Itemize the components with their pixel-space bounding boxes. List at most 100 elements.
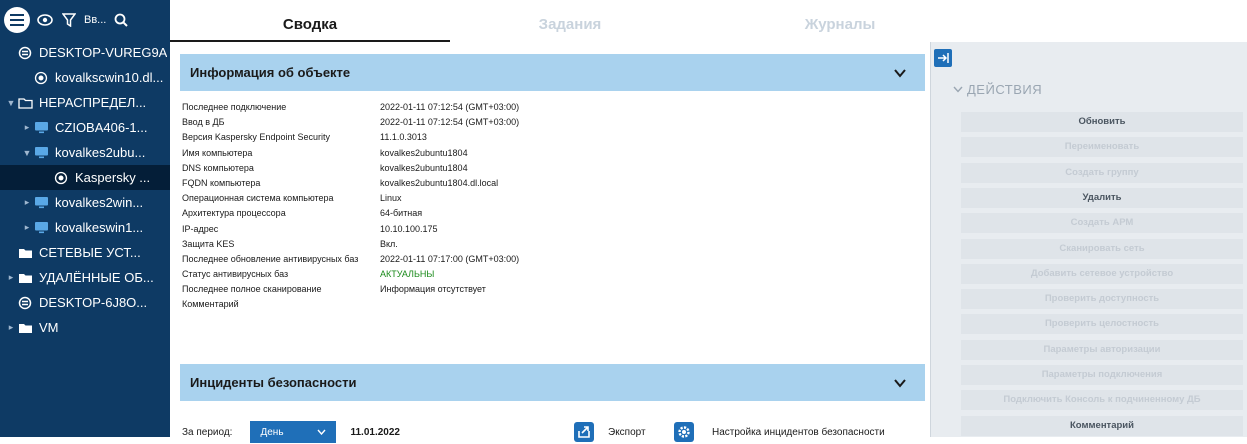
expand-caret-icon[interactable]: ▸ (22, 122, 32, 133)
tree-item[interactable]: ▼ kovalkes2ubu... (0, 140, 170, 165)
incident-settings-button[interactable]: Настройка инцидентов безопасности (674, 422, 885, 442)
info-key: Последнее полное сканирование (182, 284, 322, 295)
info-value: 64-битная (380, 208, 423, 219)
tree-item[interactable]: ▸ kovalkeswin1... (0, 215, 170, 240)
computer-icon (32, 195, 50, 211)
action-button[interactable]: Подключить Консоль к подчиненному ДБ (961, 390, 1243, 411)
period-date: 11.01.2022 (350, 426, 400, 438)
info-row: Последнее подключение 2022-01-11 07:12:54… (182, 100, 519, 115)
tree-item[interactable]: DESKTOP-VUREG9A (0, 40, 170, 65)
tab-logs[interactable]: Журналы (700, 0, 980, 42)
search-icon (114, 13, 129, 27)
export-button[interactable]: Экспорт (574, 422, 646, 442)
tree-item[interactable]: kovalkscwin10.dl... (0, 65, 170, 90)
info-value: АКТУАЛЬНЫ (380, 269, 435, 280)
info-key: Последнее обновление антивирусных баз (182, 253, 359, 264)
hamburger-icon (10, 14, 24, 26)
action-button[interactable]: Параметры подключения (961, 365, 1243, 385)
info-value: 10.10.100.175 (380, 223, 438, 234)
period-label: За период: (182, 426, 233, 438)
view-toggle-button[interactable] (36, 11, 54, 29)
filter-button[interactable] (60, 11, 78, 29)
actions-header[interactable]: ДЕЙСТВИЯ (953, 82, 1042, 97)
tree-item-label: kovalkes2win... (55, 195, 144, 210)
info-value: 2022-01-11 07:12:54 (GMT+03:00) (380, 117, 520, 128)
incidents-period-row: За период: День 11.01.2022 Экспорт Настр… (182, 420, 922, 444)
expand-caret-icon[interactable]: ▸ (22, 222, 32, 233)
tab-summary[interactable]: Сводка (170, 0, 450, 42)
info-row: Ввод в ДБ 2022-01-11 07:12:54 (GMT+03:00) (182, 115, 519, 130)
collapse-panel-button[interactable] (934, 49, 952, 67)
info-key: Статус антивирусных баз (182, 269, 289, 280)
info-value: kovalkes2ubuntu1804 (380, 147, 468, 158)
action-button[interactable]: Сканировать сеть (961, 238, 1243, 259)
sidebar-toolbar: Вв... (0, 0, 170, 40)
action-button[interactable]: Проверить доступность (961, 289, 1243, 310)
tree-item-label: DESKTOP-6J8O... (39, 295, 148, 310)
info-key: FQDN компьютера (182, 177, 261, 188)
info-key: Защита KES (182, 238, 235, 249)
action-button[interactable]: Обновить (961, 112, 1243, 132)
expand-caret-icon[interactable]: ▸ (6, 322, 16, 333)
chevron-down-icon (894, 378, 906, 388)
tree-item[interactable]: ▼ НЕРАСПРЕДЕЛ... (0, 90, 170, 115)
action-button[interactable]: Удалить (961, 187, 1243, 208)
info-value: Linux (380, 193, 402, 204)
info-row: Защита KES Вкл. (182, 237, 519, 252)
tab-tasks[interactable]: Задания (430, 0, 710, 42)
expand-caret-icon[interactable]: ▼ (6, 98, 16, 108)
folder-outline-icon (16, 95, 34, 111)
tree-item[interactable]: ▸ CZIOBA406-1... (0, 115, 170, 140)
info-value: Вкл. (380, 238, 398, 249)
info-row: Операционная система компьютера Linux (182, 191, 519, 206)
expand-caret-icon[interactable]: ▸ (6, 272, 16, 283)
action-button[interactable]: Комментарий (961, 415, 1243, 436)
tree-item-label: kovalkscwin10.dl... (55, 70, 164, 85)
info-row: Последнее полное сканирование Информация … (182, 282, 519, 297)
eye-icon (37, 14, 53, 26)
folder-icon (16, 270, 34, 286)
info-value: 2022-01-11 07:17:00 (GMT+03:00) (380, 253, 520, 264)
tree-item[interactable]: ▸ kovalkes2win... (0, 190, 170, 215)
info-key: DNS компьютера (182, 162, 254, 173)
menu-button[interactable] (4, 7, 30, 33)
tree-item-label: Kaspersky ... (75, 170, 151, 185)
info-key: Последнее подключение (182, 102, 287, 112)
expand-caret-icon[interactable]: ▼ (22, 148, 32, 158)
tree-item-label: DESKTOP-VUREG9A (39, 45, 168, 60)
info-row: Последнее обновление антивирусных баз 202… (182, 252, 519, 267)
action-button[interactable]: Параметры авторизации (961, 339, 1243, 360)
expand-caret-icon[interactable]: ▸ (22, 197, 32, 208)
tree-item-label: CZIOBA406-1... (55, 120, 148, 135)
tree-item[interactable]: DESKTOP-6J8O... (0, 290, 170, 315)
info-value: Информация отсутствует (380, 284, 486, 295)
info-value: kovalkes2ubuntu1804 (380, 162, 468, 173)
info-key: Ввод в ДБ (182, 117, 225, 128)
info-row: DNS компьютера kovalkes2ubuntu1804 (182, 161, 519, 176)
action-button[interactable]: Проверить целостность (961, 314, 1243, 335)
object-info-header[interactable]: Информация об объекте (180, 54, 925, 91)
gear-icon (674, 422, 694, 442)
filter-icon (62, 13, 76, 27)
action-button[interactable]: Создать АРМ (961, 213, 1243, 234)
info-key: Операционная система компьютера (182, 193, 334, 204)
incidents-title: Инциденты безопасности (190, 375, 357, 390)
tree-item-label: kovalkeswin1... (55, 220, 144, 235)
info-row: Комментарий (182, 297, 519, 312)
tree-item[interactable]: ▸ УДАЛЁННЫЕ ОБ... (0, 265, 170, 290)
node-icon (52, 170, 70, 186)
action-button[interactable]: Добавить сетевое устройство (961, 263, 1243, 284)
tree-item[interactable]: СЕТЕВЫЕ УСТ... (0, 240, 170, 265)
sidebar-search-input[interactable]: Вв... (84, 14, 106, 26)
search-button[interactable] (112, 11, 130, 29)
tree-item[interactable]: Kaspersky ... (0, 165, 170, 190)
incidents-header[interactable]: Инциденты безопасности (180, 364, 925, 401)
tree-item[interactable]: ▸ VM (0, 315, 170, 340)
info-value: 11.1.0.3013 (380, 132, 427, 143)
period-select[interactable]: День (250, 421, 337, 443)
action-button[interactable]: Переименовать (961, 137, 1243, 158)
action-button[interactable]: Создать группу (961, 162, 1243, 183)
panel-collapse-icon (938, 53, 949, 63)
device-tree: DESKTOP-VUREG9A kovalkscwin10.dl... ▼ НЕРАС… (0, 40, 170, 340)
chevron-down-icon (894, 68, 906, 78)
